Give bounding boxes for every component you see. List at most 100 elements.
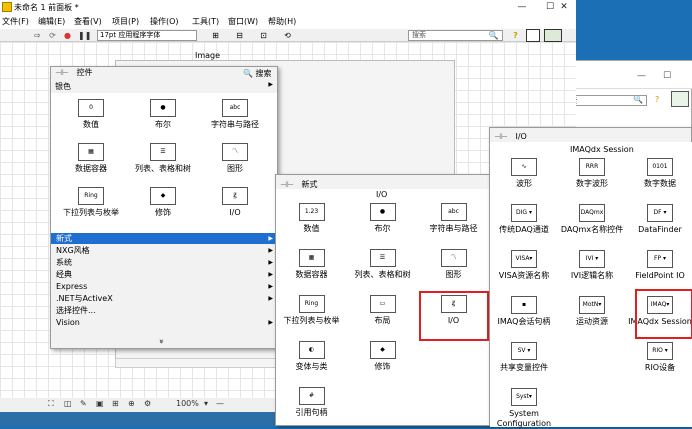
palette-item[interactable]: 0 数值 (55, 99, 127, 130)
distribute-icon[interactable]: ⊟ (234, 30, 245, 41)
palette-category-item[interactable]: 经典 ▶ (51, 269, 277, 280)
category-row[interactable]: 银色 ▶ (51, 81, 277, 93)
palette-item[interactable]: ☰ 列表、表格和树 (127, 143, 199, 174)
expand-more-icon[interactable]: » (157, 339, 166, 344)
palette-item[interactable]: VISA▾ VISA资源名称 (490, 250, 558, 281)
palette-item[interactable]: ☰ 列表、表格和树 (347, 249, 418, 280)
palette-item[interactable]: DF ▾ DataFinder (626, 204, 692, 235)
search-icon[interactable]: 🔍 (488, 30, 499, 41)
menu-edit[interactable]: 编辑(E) (38, 16, 65, 27)
palette-item[interactable]: SV ▾ 共享变量控件 (490, 342, 558, 373)
globe-icon[interactable]: ⊕ (128, 399, 135, 408)
palette-item[interactable]: ● 布尔 (127, 99, 199, 130)
zoom-slider[interactable]: — (216, 399, 224, 408)
settings-icon[interactable]: ⚙ (144, 399, 151, 408)
palette-item[interactable]: ∿ 波形 (490, 158, 558, 189)
palette-item[interactable]: Ring 下拉列表与枚举 (276, 295, 347, 326)
palette-item[interactable]: 1.23 数值 (276, 203, 347, 234)
submenu-arrow-icon: ▶ (268, 271, 273, 278)
palette-item[interactable]: Ring 下拉列表与枚举 (55, 187, 127, 218)
minimize-button[interactable]: — (508, 0, 536, 15)
help-icon[interactable]: ? (655, 95, 659, 104)
palette-item-label: FieldPoint IO (635, 271, 685, 280)
palette-category-item[interactable]: 系统 ▶ (51, 257, 277, 268)
palette-item[interactable]: abc 字符串与路径 (199, 99, 271, 130)
palette-item[interactable]: ● 布尔 (347, 203, 418, 234)
pin-icon[interactable]: ⊣⊢ (494, 132, 508, 141)
grid-icon[interactable]: ◫ (64, 399, 72, 408)
palette-item-label: 变体与类 (295, 362, 328, 371)
control-icon: RRR (579, 158, 605, 176)
palette-item-label: 数值 (303, 224, 320, 233)
pin-icon[interactable]: ⊣⊢ (280, 180, 294, 189)
menu-operate[interactable]: 操作(O) (150, 16, 179, 27)
palette-item-label: 列表、表格和树 (354, 270, 411, 279)
palette-item[interactable]: Syst▾ System Configuration (490, 388, 558, 429)
palette-item[interactable]: DAQmx DAQmx名称控件 (558, 204, 626, 235)
menu-file[interactable]: 文件(F) (2, 16, 29, 27)
control-icon: ◆ (369, 341, 396, 359)
palette-item[interactable]: Ꙃ I/O (199, 187, 271, 218)
search-icon[interactable]: 🔍 (633, 95, 643, 104)
palette-item[interactable]: RIO ▾ RIO设备 (626, 342, 692, 373)
menu-project[interactable]: 项目(P) (112, 16, 139, 27)
palette-item[interactable]: # 引用句柄 (276, 387, 347, 418)
menu-help[interactable]: 帮助(H) (268, 16, 296, 27)
palette-item[interactable]: ◆ 修饰 (127, 187, 199, 218)
bg-maximize-button[interactable]: ☐ (663, 71, 671, 81)
font-selector[interactable]: 17pt 应用程序字体 (97, 30, 197, 41)
palette-item[interactable]: IVI ▾ IVI逻辑名称 (558, 250, 626, 281)
palette-category-item[interactable]: 新式 ▶ (51, 233, 277, 244)
zoom-dropdown-icon[interactable]: ▾ (204, 399, 208, 408)
palette-category-item[interactable]: .NET与ActiveX ▶ (51, 293, 277, 304)
palette-item[interactable]: 0101 数字数据 (626, 158, 692, 189)
palette-item[interactable]: abc 字符串与路径 (418, 203, 489, 234)
bg-minimize-button[interactable]: — (637, 71, 646, 81)
palette-search-button[interactable]: 🔍 搜索 (243, 68, 272, 79)
help-icon[interactable]: ? (510, 30, 521, 41)
palette-item-label: 运动资源 (576, 317, 608, 326)
menu-window[interactable]: 窗口(W) (228, 16, 258, 27)
abort-icon[interactable]: ● (62, 30, 73, 41)
palette-item[interactable]: ◆ 修饰 (347, 341, 418, 372)
zoom-level[interactable]: 100% (176, 399, 199, 408)
pin-icon[interactable]: ⊣⊢ (55, 68, 69, 77)
palette-item[interactable]: ▦ 数据容器 (55, 143, 127, 174)
close-button[interactable]: ✕ (550, 0, 578, 15)
resize-icon[interactable]: ⊡ (258, 30, 269, 41)
submenu-arrow-icon: ▶ (268, 295, 273, 302)
menu-tools[interactable]: 工具(T) (192, 16, 219, 27)
rectangle-icon[interactable]: ▣ (96, 399, 104, 408)
io-palette: ⊣⊢ I/O ∿ 波形 RRR 数字波形 0101 数字数据 DIG ▾ 传统DAQ通道 DAQ… (489, 127, 692, 429)
palette-grid: ∿ 波形 RRR 数字波形 0101 数字数据 DIG ▾ 传统DAQ通道 DAQmx DAQmx… (490, 142, 692, 429)
vi-icon[interactable] (544, 29, 562, 42)
palette-item[interactable]: FP ▾ FieldPoint IO (626, 250, 692, 281)
palette-item[interactable]: RRR 数字波形 (558, 158, 626, 189)
palette-item[interactable]: 〽图形 (199, 143, 271, 174)
connector-pane-icon[interactable] (526, 29, 540, 42)
control-icon: 〽 (440, 249, 467, 267)
zoom-fit-icon[interactable]: ⛶ (48, 399, 54, 409)
panel-icon[interactable]: ⊞ (112, 399, 119, 408)
palette-item[interactable]: DIG ▾ 传统DAQ通道 (490, 204, 558, 235)
category-item-label: 新式 (56, 234, 72, 243)
palette-item[interactable]: ▦ 数据容器 (276, 249, 347, 280)
palette-item[interactable]: ▭ 布局 (347, 295, 418, 326)
category-item-label: Express (56, 282, 88, 291)
run-continuous-icon[interactable]: ⟳ (47, 30, 58, 41)
pause-icon[interactable]: ❚❚ (78, 30, 91, 41)
palette-item[interactable]: MotN▾ 运动资源 (558, 296, 626, 327)
palette-category-item[interactable]: 选择控件... (51, 305, 277, 316)
palette-item[interactable]: ◐ 变体与类 (276, 341, 347, 372)
reorder-icon[interactable]: ⟲ (282, 30, 293, 41)
align-icon[interactable]: ⊞ (210, 30, 221, 41)
palette-category-item[interactable]: Express ▶ (51, 281, 277, 292)
pencil-icon[interactable]: ✎ (80, 399, 87, 408)
palette-category-item[interactable]: Vision ▶ (51, 317, 277, 328)
run-arrow-icon[interactable]: ⇨ (32, 30, 43, 41)
palette-item[interactable]: ▪ IMAQ会话句柄 (490, 296, 558, 327)
menu-view[interactable]: 查看(V) (74, 16, 102, 27)
palette-item[interactable]: 〽图形 (418, 249, 489, 280)
palette-title: I/O (515, 132, 527, 141)
palette-category-item[interactable]: NXG风格 ▶ (51, 245, 277, 256)
